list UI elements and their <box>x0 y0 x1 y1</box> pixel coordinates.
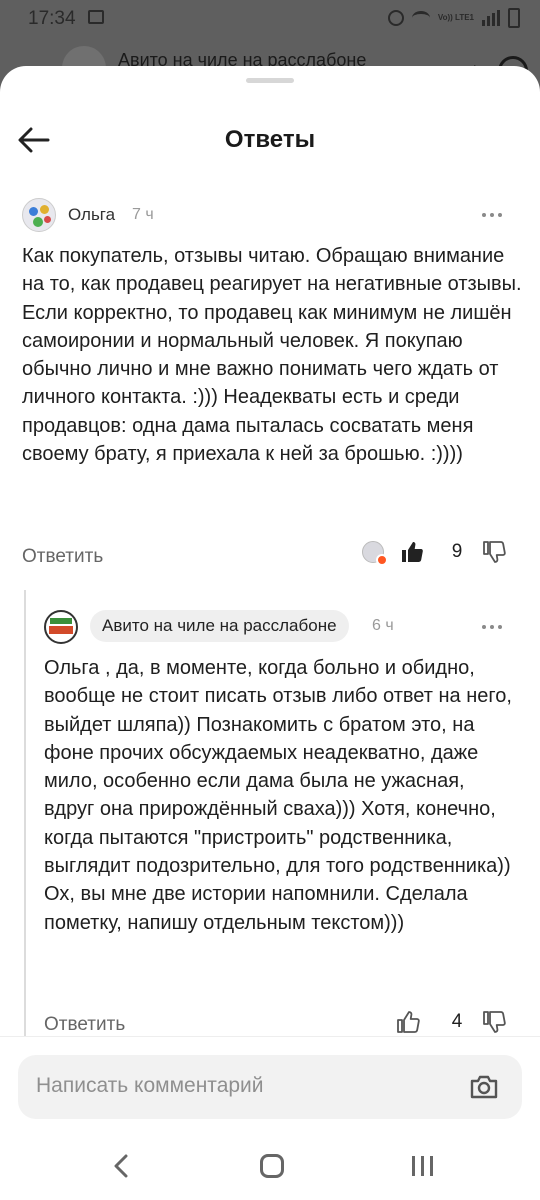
sheet-drag-handle[interactable] <box>246 78 294 83</box>
more-options-button[interactable] <box>482 622 506 632</box>
nav-recent-apps-icon[interactable] <box>412 1156 433 1176</box>
dot-icon <box>482 213 486 217</box>
comment-time: 6 ч <box>372 617 394 634</box>
camera-icon[interactable] <box>468 1071 500 1103</box>
channel-avatar[interactable] <box>44 610 78 644</box>
comment-author-chip[interactable]: Авито на чиле на расслабоне <box>90 610 349 642</box>
reactor-avatar[interactable] <box>362 541 388 566</box>
like-count: 9 <box>451 541 463 562</box>
status-time: 17:34 <box>28 8 76 29</box>
avatar[interactable] <box>22 198 56 232</box>
wifi-icon <box>411 11 430 25</box>
nav-home-icon[interactable] <box>260 1154 284 1178</box>
page-title: Ответы <box>224 126 316 153</box>
comment-reactions: 9 <box>362 540 506 566</box>
comment-author[interactable]: Ольга <box>68 205 115 225</box>
thread-line <box>24 590 26 1040</box>
status-bar: 17:34 Vo)) LTE1 <box>0 0 540 36</box>
comment-reactions: 4 <box>396 1010 506 1034</box>
thumbs-down-icon[interactable] <box>482 1010 506 1034</box>
thumbs-up-icon[interactable] <box>396 1010 420 1034</box>
comment-time: 7 ч <box>132 206 154 223</box>
reply-button[interactable]: Ответить <box>22 546 103 568</box>
dot-icon <box>498 625 502 629</box>
comment-text: Как покупатель, отзывы читаю. Обращаю вн… <box>22 245 522 466</box>
dot-icon <box>498 213 502 217</box>
replies-sheet: Ответы Ольга 7 ч Как покупатель, отзывы … <box>0 66 540 1200</box>
dot-icon <box>490 625 494 629</box>
system-icons: Vo)) LTE1 <box>387 8 520 28</box>
thumbs-up-filled-icon[interactable] <box>400 540 424 564</box>
comment-input[interactable]: Написать комментарий <box>18 1055 522 1119</box>
dot-icon <box>490 213 494 217</box>
thumbs-down-icon[interactable] <box>482 540 506 564</box>
comment-input-placeholder: Написать комментарий <box>36 1074 264 1097</box>
sheet-header: Ответы <box>0 106 540 176</box>
battery-icon <box>508 8 520 28</box>
signal-icon <box>482 10 500 26</box>
image-notification-icon <box>88 10 104 24</box>
heart-icon <box>376 554 388 566</box>
like-count: 4 <box>451 1011 463 1032</box>
nav-back-icon[interactable] <box>112 1154 132 1178</box>
reply-button[interactable]: Ответить <box>44 1014 125 1036</box>
more-options-button[interactable] <box>482 210 506 220</box>
dot-icon <box>482 625 486 629</box>
comment-text: Ольга , да, в моменте, когда больно и об… <box>44 657 512 934</box>
network-label: Vo)) LTE1 <box>437 13 474 22</box>
system-navigation-bar <box>0 1134 540 1200</box>
alarm-icon <box>387 10 404 26</box>
